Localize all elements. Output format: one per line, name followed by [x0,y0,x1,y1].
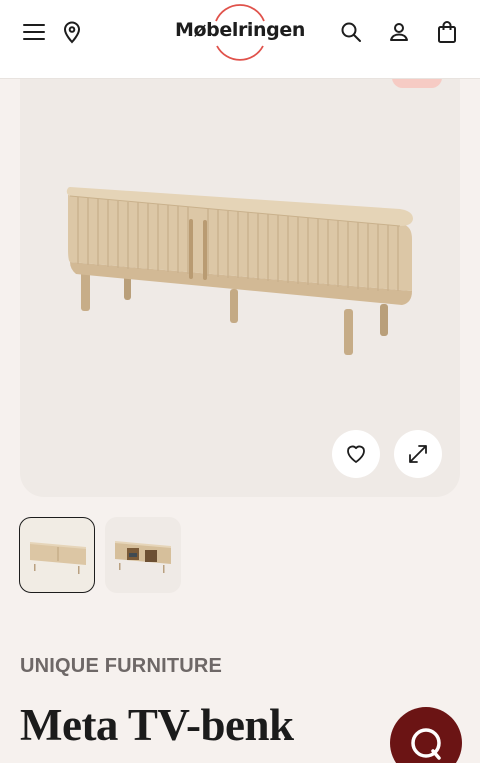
thumbnail-1[interactable] [19,517,95,593]
site-logo[interactable]: Møbelringen [165,2,315,62]
product-image-gallery[interactable] [20,79,460,497]
heart-icon [347,445,365,463]
site-header: Møbelringen [0,0,480,79]
location-pin-icon[interactable] [56,16,88,48]
thumbnail-2[interactable] [105,517,181,593]
logo-text: Møbelringen [175,19,305,41]
fullscreen-button[interactable] [394,430,442,478]
favorite-button[interactable] [332,430,380,478]
shopping-bag-icon[interactable] [431,16,463,48]
user-icon[interactable] [383,16,415,48]
search-icon[interactable] [335,16,367,48]
expand-icon [409,445,427,463]
product-title: Meta TV-benk [20,700,294,750]
product-brand[interactable]: UNIQUE FURNITURE [20,655,222,678]
thumbnail-image-closed [30,542,86,574]
menu-icon[interactable] [18,16,50,48]
product-image [66,187,414,355]
chat-icon [411,728,441,760]
chat-button[interactable] [390,707,462,763]
thumbnail-image-open [115,541,171,573]
